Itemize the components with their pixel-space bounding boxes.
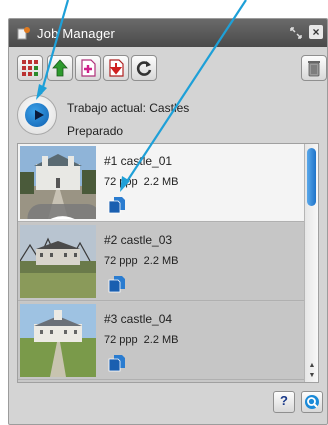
job-meta: 72 ppp 2.2 MB bbox=[104, 176, 179, 188]
processing-icon bbox=[27, 204, 96, 219]
refresh-button[interactable] bbox=[131, 55, 157, 81]
window-title: Job Manager bbox=[37, 26, 116, 41]
castle-thumbnail-image bbox=[20, 225, 96, 298]
job-manager-window: Job Manager × Trabajo actual: Castles Pr… bbox=[8, 18, 328, 425]
job-thumbnail bbox=[20, 304, 96, 377]
refresh-icon bbox=[136, 61, 152, 76]
job-resolution: 72 ppp bbox=[104, 176, 138, 188]
job-item-1[interactable]: #1 castle_01 72 ppp 2.2 MB bbox=[18, 144, 304, 222]
export-job-button[interactable] bbox=[103, 55, 129, 81]
job-meta: 72 ppp 2.2 MB bbox=[104, 334, 179, 346]
job-size: 2.2 MB bbox=[143, 255, 179, 267]
play-button[interactable] bbox=[17, 95, 57, 135]
preview-button[interactable] bbox=[301, 391, 323, 413]
job-name: #3 castle_04 bbox=[104, 312, 173, 326]
preview-icon bbox=[305, 395, 319, 409]
add-document-icon bbox=[81, 59, 96, 77]
resize-icon[interactable] bbox=[289, 26, 303, 40]
close-icon: × bbox=[312, 25, 320, 39]
job-resolution: 72 ppp bbox=[104, 334, 138, 346]
castle-thumbnail-image bbox=[20, 304, 96, 377]
help-icon: ? bbox=[280, 393, 288, 408]
help-button[interactable]: ? bbox=[273, 391, 295, 413]
scroll-down-arrow-icon[interactable]: ▼ bbox=[306, 371, 318, 381]
job-size: 2.2 MB bbox=[143, 334, 179, 346]
job-resolution: 72 ppp bbox=[104, 255, 138, 267]
job-state-label: Preparado bbox=[67, 124, 124, 138]
play-icon bbox=[35, 110, 44, 120]
current-job-label: Trabajo actual: Castles bbox=[67, 101, 190, 115]
close-button[interactable]: × bbox=[309, 25, 323, 39]
scrollbar-thumb[interactable] bbox=[307, 148, 316, 206]
trash-icon bbox=[308, 61, 320, 77]
titlebar[interactable]: Job Manager × bbox=[9, 19, 327, 47]
status-panel: Trabajo actual: Castles Preparado bbox=[15, 91, 321, 151]
job-list-scrollbar[interactable]: ▲ ▼ bbox=[304, 144, 318, 382]
documents-icon[interactable] bbox=[108, 354, 126, 372]
app-icon bbox=[17, 27, 30, 40]
documents-icon[interactable] bbox=[108, 196, 126, 214]
job-name: #2 castle_03 bbox=[104, 233, 173, 247]
delete-button[interactable] bbox=[301, 55, 327, 81]
scroll-up-arrow-icon[interactable]: ▲ bbox=[306, 361, 318, 371]
job-list[interactable]: #1 castle_01 72 ppp 2.2 MB #2 castle_03 … bbox=[17, 143, 319, 383]
grid-icon bbox=[22, 60, 38, 76]
download-document-icon bbox=[109, 59, 124, 77]
grid-view-button[interactable] bbox=[17, 55, 43, 81]
job-item-2[interactable]: #2 castle_03 72 ppp 2.2 MB bbox=[18, 223, 304, 301]
documents-icon[interactable] bbox=[108, 275, 126, 293]
job-meta: 72 ppp 2.2 MB bbox=[104, 255, 179, 267]
job-size: 2.2 MB bbox=[143, 176, 179, 188]
job-thumbnail bbox=[20, 225, 96, 298]
job-item-3[interactable]: #3 castle_04 72 ppp 2.2 MB bbox=[18, 302, 304, 380]
add-job-button[interactable] bbox=[75, 55, 101, 81]
job-name: #1 castle_01 bbox=[104, 154, 173, 168]
arrow-up-icon bbox=[52, 59, 68, 77]
move-up-button[interactable] bbox=[47, 55, 73, 81]
job-thumbnail bbox=[20, 146, 96, 219]
